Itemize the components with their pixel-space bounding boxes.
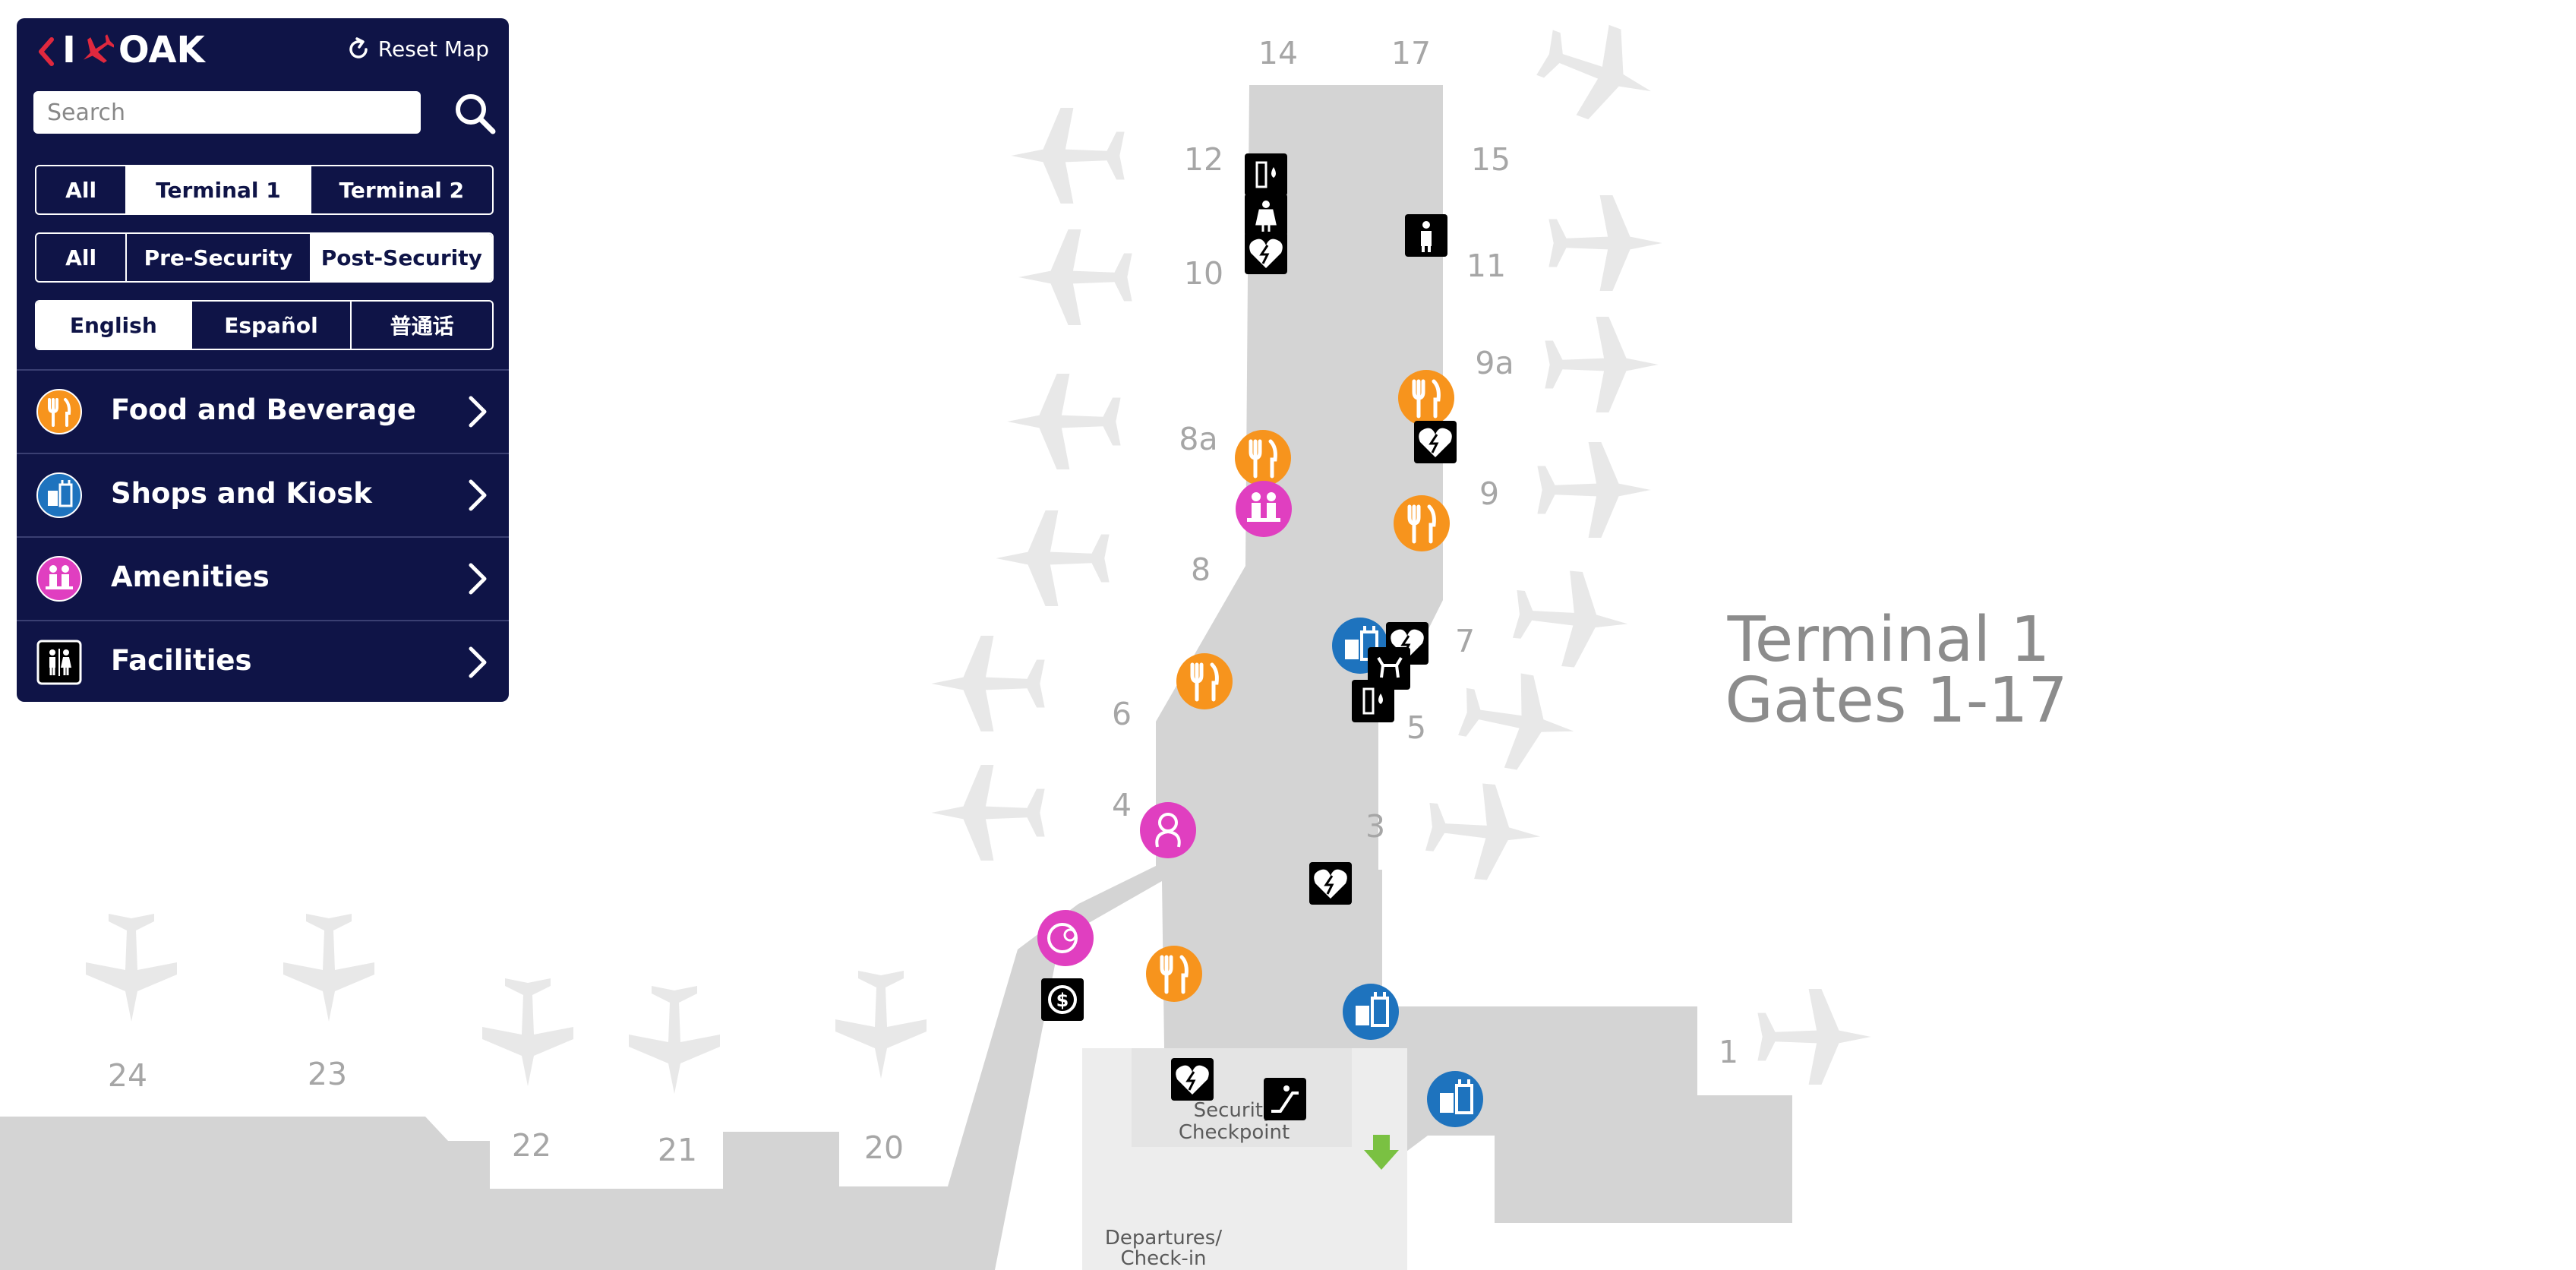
amenity-poi-baby-icon[interactable] xyxy=(1140,802,1196,858)
gate-label: 1 xyxy=(1719,1034,1738,1070)
family-icon xyxy=(36,556,82,602)
panel-header: I OAK Reset Map xyxy=(17,18,509,82)
fork-knife-icon xyxy=(36,389,82,434)
svg-text:$: $ xyxy=(1056,990,1069,1011)
gate-label: 7 xyxy=(1455,623,1475,659)
gate-label: 21 xyxy=(658,1132,697,1168)
food-poi-fork-knife-icon[interactable] xyxy=(1394,495,1450,551)
restroom-icon xyxy=(36,640,82,685)
category-facilities[interactable]: Facilities xyxy=(17,620,509,702)
facility-poi-restroom-man-icon[interactable] xyxy=(1405,214,1447,257)
facility-poi-currency-exchange-icon[interactable]: $ xyxy=(1041,978,1084,1021)
refresh-icon xyxy=(349,36,368,58)
gate-label: 9a xyxy=(1475,345,1514,381)
shopping-bag-icon xyxy=(36,472,82,518)
facility-poi-refill-station-icon[interactable] xyxy=(1352,680,1394,722)
search-icon[interactable] xyxy=(453,91,497,135)
facility-poi-escalator-icon[interactable] xyxy=(1264,1078,1306,1120)
food-poi-fork-knife-icon[interactable] xyxy=(1398,370,1454,426)
category-label: Food and Beverage xyxy=(111,393,416,426)
food-poi-fork-knife-icon[interactable] xyxy=(1176,653,1233,709)
gate-label: 11 xyxy=(1466,248,1506,284)
terminal-filter: All Terminal 1 Terminal 2 xyxy=(35,165,494,215)
oak-logo: I OAK xyxy=(62,29,205,71)
gate-label: 20 xyxy=(864,1129,904,1166)
gate-label: 3 xyxy=(1365,808,1385,845)
gate-label: 9 xyxy=(1479,475,1499,512)
tab-terminal-1[interactable]: Terminal 1 xyxy=(127,166,311,213)
shop-poi-shopping-bag-icon[interactable] xyxy=(1427,1071,1483,1127)
gate-label: 8 xyxy=(1191,551,1211,588)
gate-label: 14 xyxy=(1258,35,1298,71)
tab-pre-security[interactable]: Pre-Security xyxy=(127,234,311,281)
gate-label: 15 xyxy=(1471,141,1511,178)
tab-security-all[interactable]: All xyxy=(36,234,128,281)
chevron-right-icon xyxy=(469,479,487,511)
category-amenities[interactable]: Amenities xyxy=(17,536,509,620)
security-filter: All Pre-Security Post-Security xyxy=(35,232,494,283)
gate-label: 23 xyxy=(308,1056,347,1092)
logo-text: OAK xyxy=(118,29,205,71)
search-input[interactable] xyxy=(33,91,421,134)
reset-map-label: Reset Map xyxy=(377,36,489,62)
tab-terminal-all[interactable]: All xyxy=(36,166,128,213)
gate-label: 8a xyxy=(1179,421,1217,457)
chevron-right-icon xyxy=(469,646,487,678)
category-food-and-beverage[interactable]: Food and Beverage xyxy=(17,369,509,453)
airplane-logo-icon xyxy=(83,34,114,63)
map-control-panel: I OAK Reset Map All Terminal 1 Terminal … xyxy=(17,18,509,702)
food-poi-fork-knife-icon[interactable] xyxy=(1235,430,1291,486)
gate-label: 24 xyxy=(108,1057,147,1094)
gate-label: 17 xyxy=(1391,35,1431,71)
gate-label: 10 xyxy=(1184,255,1223,292)
chevron-right-icon xyxy=(469,396,487,428)
gate-label: 4 xyxy=(1112,787,1132,823)
terminal-subtitle: Gates 1-17 xyxy=(1725,665,2067,737)
tab-language-english[interactable]: English xyxy=(36,302,192,349)
food-poi-fork-knife-icon[interactable] xyxy=(1146,946,1202,1002)
departures-label: Departures/ xyxy=(1105,1227,1222,1249)
tab-post-security[interactable]: Post-Security xyxy=(311,234,492,281)
tab-language-espanol[interactable]: Español xyxy=(192,302,352,349)
facility-poi-aed-icon[interactable] xyxy=(1245,232,1287,274)
reset-map-button[interactable]: Reset Map xyxy=(346,36,489,62)
category-label: Shops and Kiosk xyxy=(111,477,372,510)
category-shops-and-kiosk[interactable]: Shops and Kiosk xyxy=(17,453,509,536)
gate-label: 12 xyxy=(1184,141,1223,178)
amenity-poi-family-icon[interactable] xyxy=(1236,481,1292,537)
security-checkpoint-label: Checkpoint xyxy=(1179,1121,1290,1144)
tab-language-mandarin[interactable]: 普通话 xyxy=(352,302,492,349)
departures-label: Check-in xyxy=(1120,1247,1206,1270)
logo-prefix: I xyxy=(62,29,76,71)
category-label: Amenities xyxy=(111,561,270,593)
facility-poi-aed-icon[interactable] xyxy=(1171,1058,1214,1101)
amenity-poi-nursing-icon[interactable] xyxy=(1037,910,1094,966)
chevron-right-icon xyxy=(469,563,487,595)
shop-poi-shopping-bag-icon[interactable] xyxy=(1343,984,1399,1040)
facility-poi-restroom-icon[interactable] xyxy=(1245,194,1287,236)
gate-label: 5 xyxy=(1406,709,1426,746)
tab-terminal-2[interactable]: Terminal 2 xyxy=(311,166,492,213)
facility-poi-refill-station-icon[interactable] xyxy=(1245,153,1287,196)
gate-label: 6 xyxy=(1112,696,1132,732)
facility-poi-aed-icon[interactable] xyxy=(1309,862,1352,905)
language-filter: English Español 普通话 xyxy=(35,300,494,350)
facility-poi-aed-icon[interactable] xyxy=(1414,421,1457,463)
back-chevron-icon[interactable] xyxy=(33,35,59,68)
search-row xyxy=(33,91,497,137)
gate-label: 22 xyxy=(512,1127,551,1164)
category-label: Facilities xyxy=(111,644,252,677)
security-checkpoint-label: Security xyxy=(1194,1099,1275,1122)
